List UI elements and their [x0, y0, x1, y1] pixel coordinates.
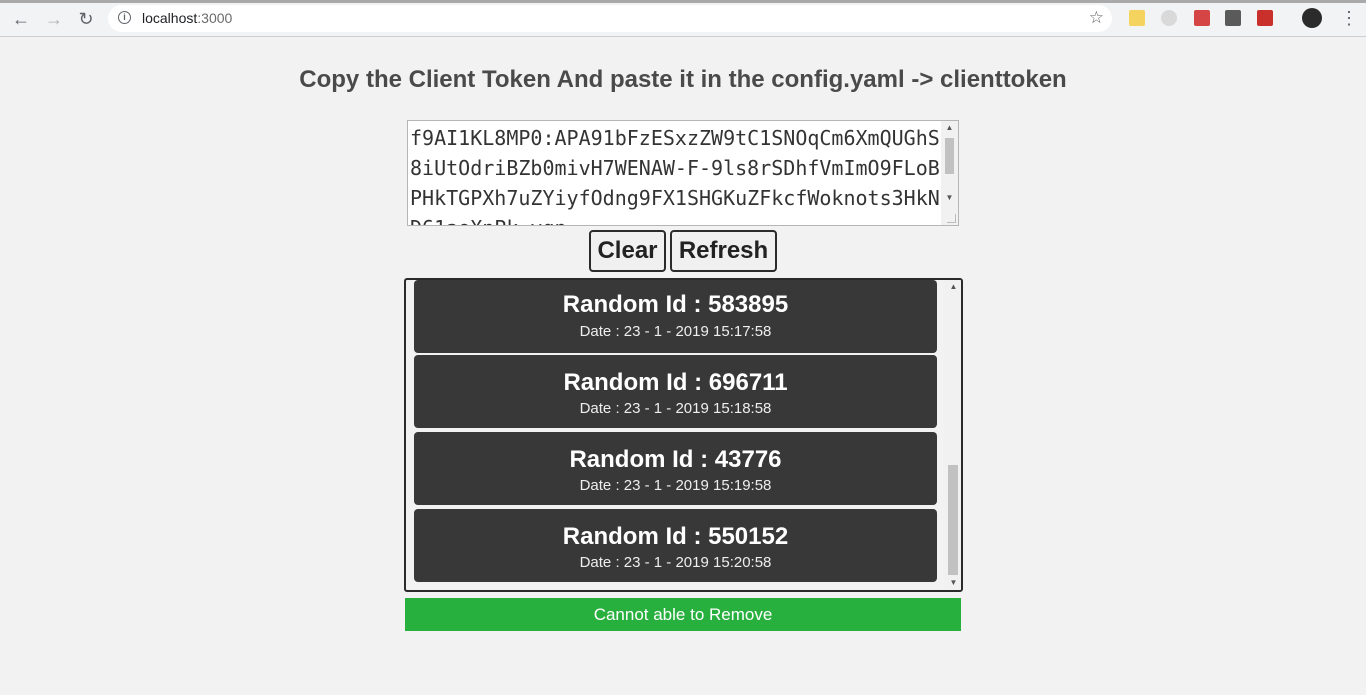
item-date: Date : 23 - 1 - 2019 15:20:58	[579, 554, 772, 571]
tab-strip	[0, 0, 1366, 3]
item-random-id: Random Id : 43776	[569, 446, 782, 473]
clear-button[interactable]: Clear	[589, 230, 666, 272]
star-icon[interactable]: ☆	[1089, 8, 1104, 28]
browser-toolbar: ← → ↻ i localhost:3000 ☆ ⋮	[0, 0, 1366, 37]
item-random-id: Random Id : 583895	[562, 291, 789, 318]
extension-ghost-icon[interactable]	[1161, 10, 1177, 26]
scroll-down-icon[interactable]: ▼	[941, 191, 958, 205]
page-heading: Copy the Client Token And paste it in th…	[299, 66, 1067, 93]
item-date: Date : 23 - 1 - 2019 15:19:58	[579, 477, 772, 494]
token-scroll-thumb[interactable]	[945, 138, 954, 174]
extension-red-icon[interactable]	[1257, 10, 1273, 26]
list-item: Random Id : 583895 Date : 23 - 1 - 2019 …	[414, 280, 937, 353]
item-random-id: Random Id : 696711	[563, 369, 788, 396]
info-icon[interactable]: i	[118, 11, 131, 24]
menu-kebab-icon[interactable]: ⋮	[1340, 8, 1358, 28]
extension-bookmark-icon[interactable]	[1194, 10, 1210, 26]
list-item: Random Id : 696711 Date : 23 - 1 - 2019 …	[414, 355, 937, 428]
url-port: :3000	[197, 10, 233, 26]
item-random-id: Random Id : 550152	[562, 523, 789, 550]
list-scrollbar[interactable]: ▲ ▼	[945, 280, 961, 590]
back-arrow-icon[interactable]: ←	[11, 9, 31, 29]
reload-icon[interactable]: ↻	[76, 9, 96, 29]
address-bar[interactable]: i localhost:3000 ☆	[108, 5, 1112, 32]
item-date: Date : 23 - 1 - 2019 15:17:58	[579, 323, 772, 340]
refresh-button[interactable]: Refresh	[670, 230, 777, 272]
resize-grip-icon[interactable]	[947, 214, 956, 223]
url-host: localhost	[142, 10, 198, 26]
item-date: Date : 23 - 1 - 2019 15:18:58	[579, 400, 772, 417]
status-banner: Cannot able to Remove	[405, 598, 961, 631]
scroll-up-icon[interactable]: ▲	[941, 121, 958, 135]
list-item: Random Id : 43776 Date : 23 - 1 - 2019 1…	[414, 432, 937, 505]
scroll-down-icon[interactable]: ▼	[945, 576, 961, 590]
client-token-textarea[interactable]: f9AI1KL8MP0:APA91bFzESxzZW9tC1SNOqCm6XmQ…	[407, 120, 959, 226]
token-scrollbar[interactable]: ▲ ▼	[941, 121, 958, 225]
list-item: Random Id : 550152 Date : 23 - 1 - 2019 …	[414, 509, 937, 582]
client-token-text[interactable]: f9AI1KL8MP0:APA91bFzESxzZW9tC1SNOqCm6XmQ…	[410, 123, 940, 225]
forward-arrow-icon[interactable]: →	[44, 9, 64, 29]
items-list[interactable]: Random Id : 583895 Date : 23 - 1 - 2019 …	[404, 278, 963, 592]
profile-avatar[interactable]	[1302, 8, 1322, 28]
extension-selenium-icon[interactable]	[1225, 10, 1241, 26]
list-scroll-thumb[interactable]	[948, 465, 958, 575]
extension-notes-icon[interactable]	[1129, 10, 1145, 26]
address-url[interactable]: localhost:3000	[142, 10, 232, 26]
scroll-up-icon[interactable]: ▲	[945, 280, 961, 294]
